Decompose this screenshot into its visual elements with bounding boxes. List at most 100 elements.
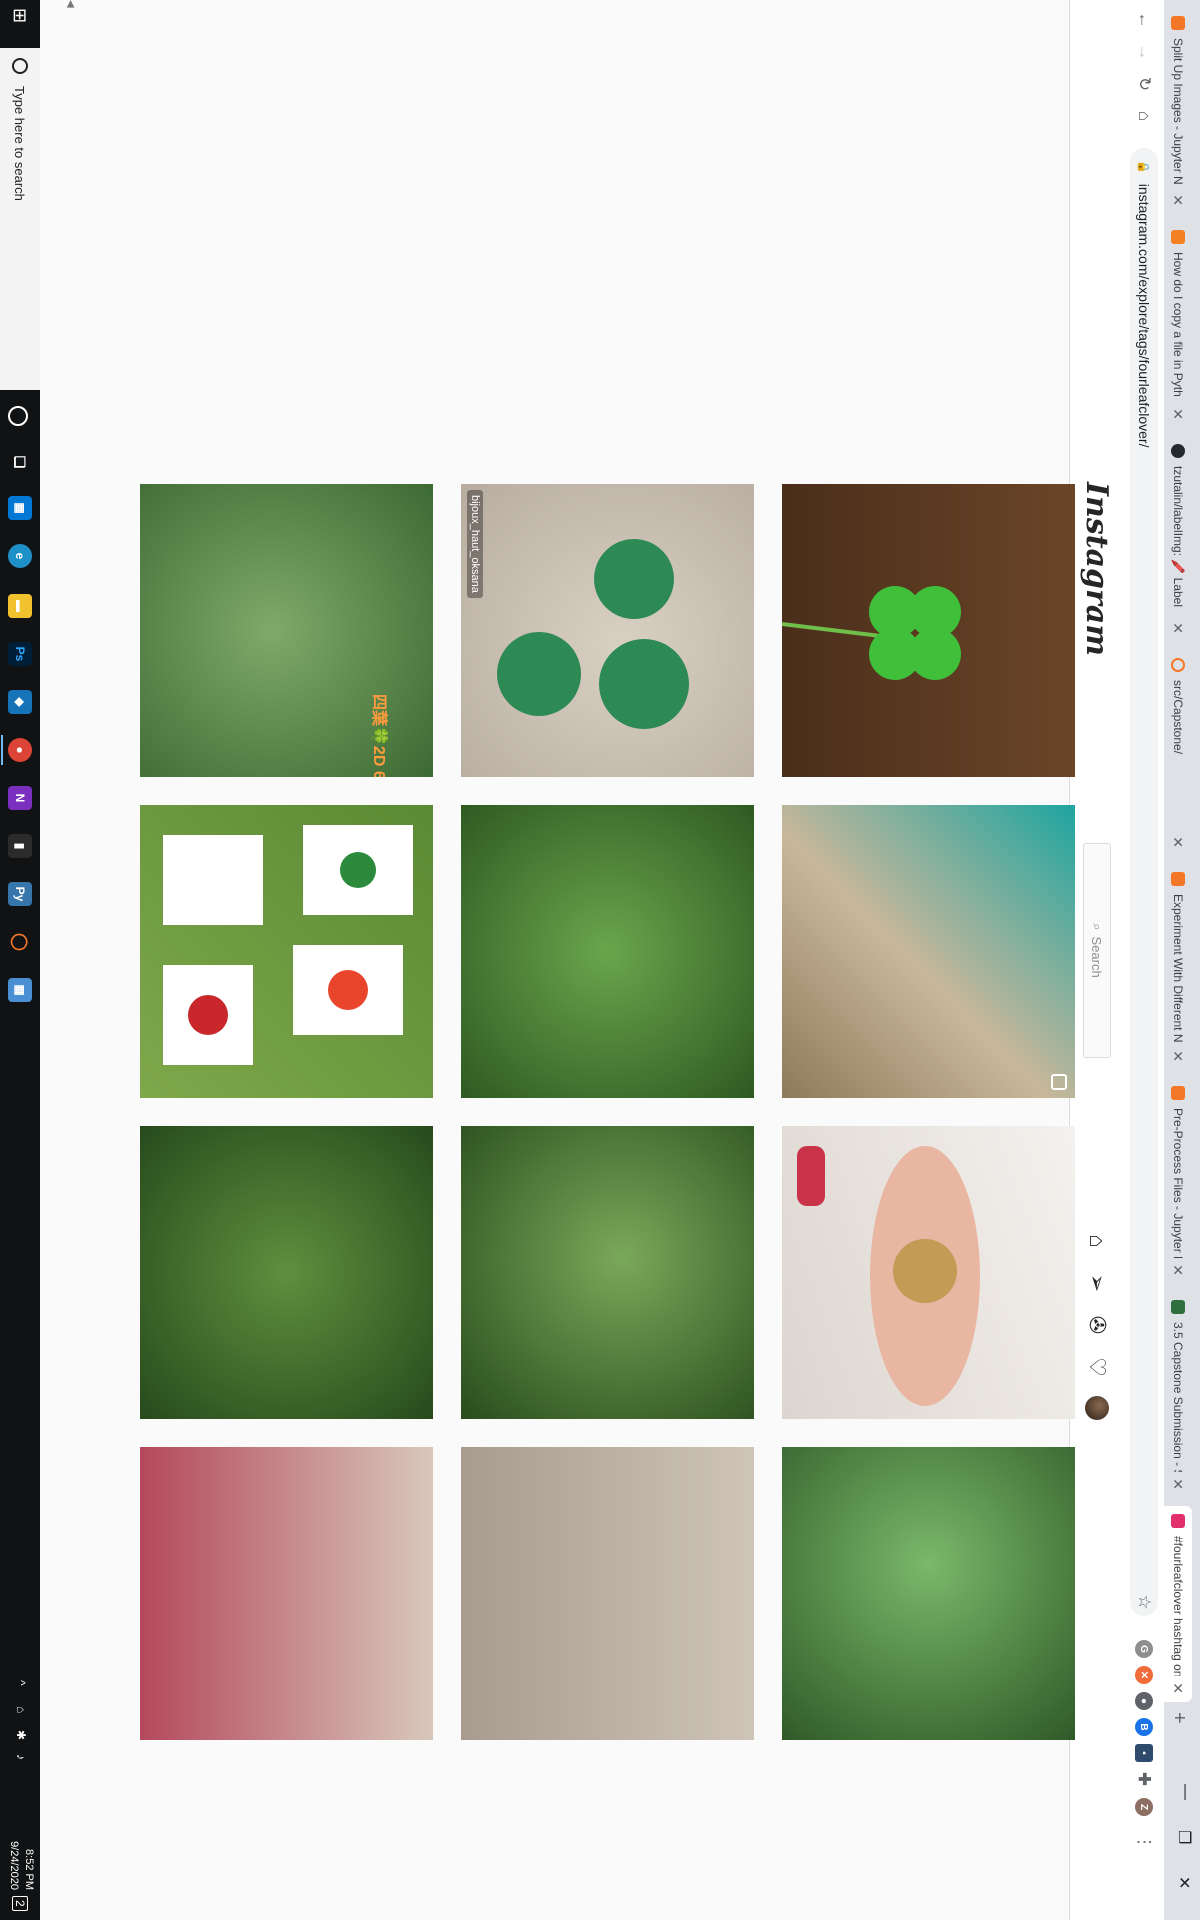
clock-time: 8:52 PM xyxy=(23,1849,35,1890)
tab-labelimg[interactable]: tzutalin/labelImg: 🖍️ Label ✕ xyxy=(1164,436,1192,642)
address-bar[interactable]: 🔒 instagram.com/explore/tags/fourleafclo… xyxy=(1130,148,1158,1616)
home-icon[interactable]: ⌂ xyxy=(1132,104,1156,128)
close-icon[interactable]: ✕ xyxy=(1170,1478,1187,1490)
extension-b-icon[interactable]: B xyxy=(1135,1718,1153,1736)
terminal-icon[interactable]: ▮ xyxy=(8,834,32,858)
stackoverflow-icon xyxy=(1171,230,1185,244)
tab-title: Pre-Process Files - Jupyter N xyxy=(1171,1108,1185,1259)
activity-icon[interactable]: ♡ xyxy=(1084,1354,1110,1380)
menu-dots-icon[interactable]: ⋮ xyxy=(1132,1830,1156,1854)
post-tile-brooches[interactable] xyxy=(140,805,433,1098)
lock-icon: 🔒 xyxy=(1137,160,1150,174)
volume-icon[interactable]: ♪ xyxy=(14,1754,28,1760)
tab-title: How do I copy a file in Pyth xyxy=(1171,252,1185,397)
close-icon[interactable]: ✕ xyxy=(1170,194,1187,206)
tray-chevron-icon[interactable]: ^ xyxy=(14,1680,28,1686)
github-icon xyxy=(1171,444,1185,458)
forward-arrow-icon[interactable]: → xyxy=(1132,40,1156,64)
post-tile-clover-wood[interactable] xyxy=(782,484,1075,777)
taskbar-search-placeholder: Type here to search xyxy=(12,86,28,201)
profile-avatar[interactable] xyxy=(1085,1396,1109,1420)
jupyter-icon xyxy=(1171,872,1185,886)
post-tile-necklace[interactable] xyxy=(461,1447,754,1740)
close-icon[interactable]: ✕ xyxy=(1170,408,1187,420)
extension-g-icon[interactable]: G xyxy=(1135,1640,1153,1658)
search-icon xyxy=(12,58,28,74)
photoshop-icon[interactable]: Ps xyxy=(8,642,32,666)
post-tile-leaves[interactable] xyxy=(782,1447,1075,1740)
profile-avatar-icon[interactable]: Z xyxy=(1135,1798,1153,1816)
store-icon[interactable]: ▦ xyxy=(8,496,32,520)
post-tile-beaded-clovers[interactable]: bijoux_haut_oksana xyxy=(461,484,754,777)
tab-instagram[interactable]: #fourleafclover hashtag on I ✕ xyxy=(1164,1506,1192,1702)
back-arrow-icon[interactable]: ← xyxy=(1132,8,1156,32)
tab-title: #fourleafclover hashtag on I xyxy=(1171,1536,1185,1677)
search-icon: ⌕ xyxy=(1090,923,1105,931)
tab-title: src/Capstone/ xyxy=(1171,680,1185,755)
tab-copy-file-python[interactable]: How do I copy a file in Pyth ✕ xyxy=(1164,222,1192,428)
post-tile-clover-flowers[interactable] xyxy=(140,1126,433,1419)
extensions-puzzle-icon[interactable]: ✚ xyxy=(1135,1770,1153,1788)
instagram-header: Instagram ⌕ Search ⌂ ➢ ✇ ♡ xyxy=(1069,0,1124,1920)
close-icon[interactable]: ✕ xyxy=(1170,622,1187,634)
close-window-button[interactable]: ✕ xyxy=(1174,1876,1194,1889)
active-app-indicator xyxy=(1,735,3,765)
post-tile-clover-closeup[interactable] xyxy=(461,1126,754,1419)
home-icon[interactable]: ⌂ xyxy=(1084,1228,1110,1254)
windows-start-icon[interactable]: ⊞ xyxy=(10,8,30,28)
explore-icon[interactable]: ✇ xyxy=(1084,1312,1110,1338)
minimize-button[interactable]: — xyxy=(1176,1784,1194,1800)
calculator-icon[interactable]: ▦ xyxy=(8,978,32,1002)
task-view-icon[interactable]: ❏ xyxy=(8,450,32,474)
maximize-button[interactable]: ❐ xyxy=(1174,1830,1194,1844)
tab-strip: Split Up Images - Jupyter N ✕ How do I c… xyxy=(1164,0,1200,1920)
notification-icon[interactable]: 2 xyxy=(12,1896,28,1911)
new-tab-button[interactable]: + xyxy=(1167,1712,1190,1724)
tab-preprocess[interactable]: Pre-Process Files - Jupyter N ✕ xyxy=(1164,1078,1192,1284)
scroll-left-arrow[interactable]: ◀ xyxy=(64,0,76,12)
tab-title: Split Up Images - Jupyter N xyxy=(1171,38,1185,185)
instagram-icon xyxy=(1171,1514,1185,1528)
cortana-icon[interactable] xyxy=(8,406,28,426)
extension-image-icon[interactable]: ▪ xyxy=(1135,1744,1153,1762)
springboard-icon xyxy=(1171,1300,1185,1314)
post-tile-clover-field[interactable] xyxy=(461,805,754,1098)
tab-split-up-images[interactable]: Split Up Images - Jupyter N ✕ xyxy=(1164,8,1192,214)
instagram-logo[interactable]: Instagram xyxy=(1079,482,1114,656)
tab-capstone-submission[interactable]: 3.5 Capstone Submission - S ✕ xyxy=(1164,1292,1192,1498)
tab-experiment[interactable]: Experiment With Different N ✕ xyxy=(1164,864,1192,1070)
search-input[interactable]: ⌕ Search xyxy=(1083,843,1111,1058)
clover-image xyxy=(782,586,961,680)
python-icon[interactable]: Py xyxy=(8,882,32,906)
jupyter-icon[interactable]: ◯ xyxy=(8,930,32,954)
chrome-icon[interactable]: ● xyxy=(8,738,32,762)
close-icon[interactable]: ✕ xyxy=(1170,1264,1187,1276)
edge-icon[interactable]: e xyxy=(8,544,32,568)
file-explorer-icon[interactable]: ▬ xyxy=(8,594,32,618)
post-tile-pendant[interactable] xyxy=(782,1126,1075,1419)
onenote-icon[interactable]: N xyxy=(8,786,32,810)
tab-src-capstone[interactable]: src/Capstone/ ✕ xyxy=(1164,650,1192,856)
wifi-icon[interactable]: ✱ xyxy=(14,1730,28,1740)
reload-icon[interactable]: ↻ xyxy=(1132,72,1156,96)
brooch-cards-image xyxy=(163,825,413,1065)
taskbar-search[interactable]: Type here to search xyxy=(0,48,40,390)
clock-date: 9/24/2020 xyxy=(8,1841,20,1890)
app-blue-icon[interactable]: ◆ xyxy=(8,690,32,714)
extension-record-icon[interactable]: ● xyxy=(1135,1692,1153,1710)
extension-orange-icon[interactable]: ✕ xyxy=(1135,1666,1153,1684)
close-icon[interactable]: ✕ xyxy=(1170,836,1187,848)
close-icon[interactable]: ✕ xyxy=(1170,1682,1187,1694)
network-icon[interactable]: ⌂ xyxy=(14,1706,28,1713)
post-tile-woman[interactable] xyxy=(782,805,1075,1098)
browser-toolbar: ← → ↻ ⌂ 🔒 instagram.com/explore/tags/fou… xyxy=(1123,0,1164,1920)
taskbar-clock[interactable]: 8:52 PM 9/24/2020 xyxy=(6,1810,36,1890)
tab-title: 3.5 Capstone Submission - S xyxy=(1171,1322,1185,1473)
star-icon[interactable]: ☆ xyxy=(1132,1590,1156,1614)
close-icon[interactable]: ✕ xyxy=(1170,1050,1187,1062)
post-tile-flowers[interactable] xyxy=(140,1447,433,1740)
post-tile-clover-text[interactable]: 四葉🍀2D 63已連續 xyxy=(140,484,433,777)
windows-taskbar: ⊞ Type here to search ❏ ▦ e ▬ Ps ◆ ● N ▮… xyxy=(0,0,40,1920)
direct-icon[interactable]: ➢ xyxy=(1084,1270,1110,1296)
tab-title: Experiment With Different N xyxy=(1171,894,1185,1043)
